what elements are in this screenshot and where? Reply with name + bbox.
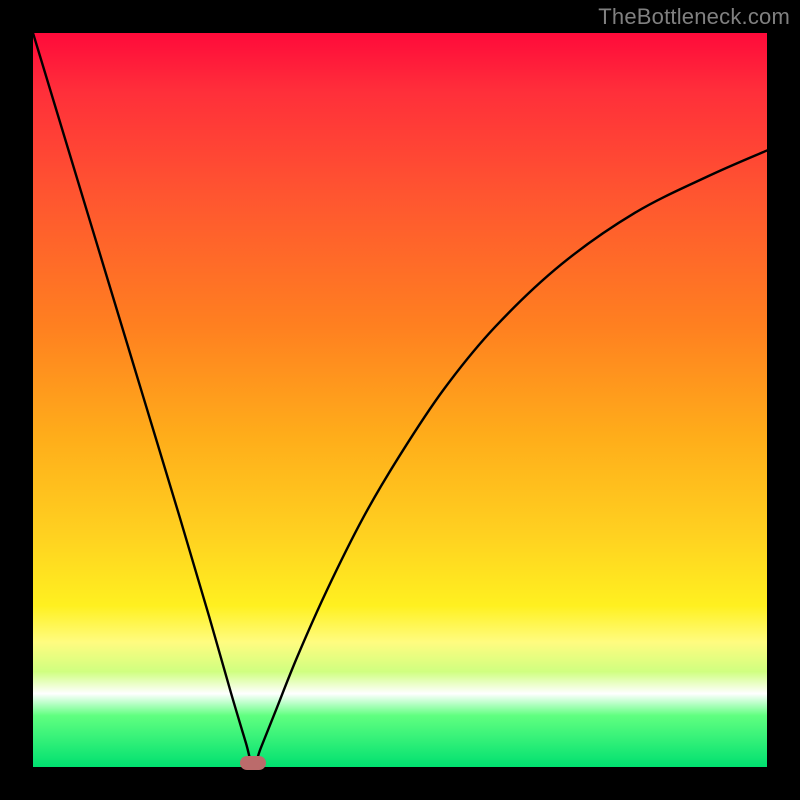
plot-area [33,33,767,767]
watermark-text: TheBottleneck.com [598,4,790,30]
curve-svg [33,33,767,767]
optimal-marker [240,756,266,770]
chart-container: TheBottleneck.com [0,0,800,800]
bottleneck-curve [33,33,767,767]
